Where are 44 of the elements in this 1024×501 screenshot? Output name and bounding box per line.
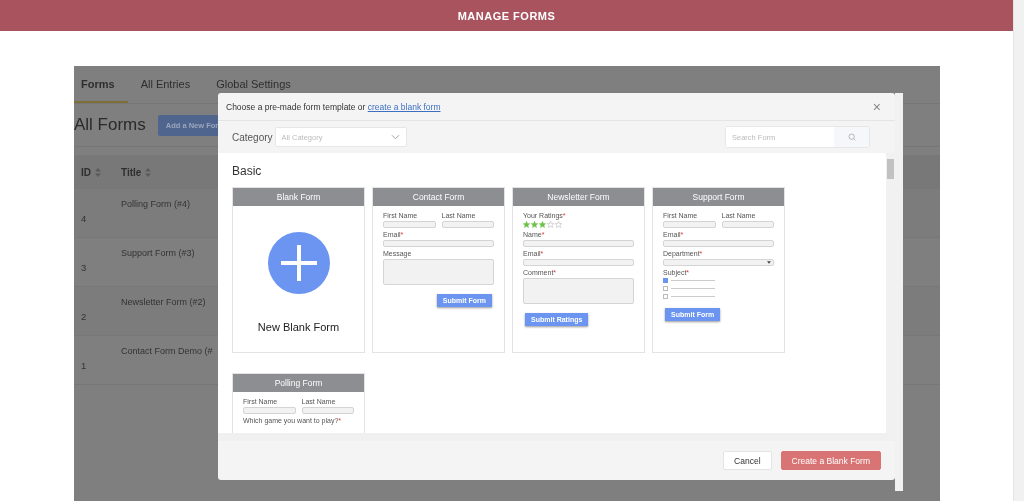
search-button[interactable] bbox=[834, 127, 869, 147]
category-heading: Basic bbox=[232, 164, 263, 178]
input-field bbox=[663, 221, 716, 228]
category-label: Category bbox=[232, 131, 273, 143]
sort-icon bbox=[145, 167, 152, 177]
card-title: Blank Form bbox=[233, 188, 364, 206]
input-field bbox=[301, 407, 354, 414]
dialog-title: Choose a pre-made form template or create a blank form bbox=[226, 101, 441, 112]
card-label: New Blank Form bbox=[257, 321, 340, 333]
card-title: Support Form bbox=[653, 188, 784, 206]
scrollbar[interactable] bbox=[895, 93, 903, 491]
card-title: Polling Form bbox=[233, 374, 364, 392]
table-cell-text: 2 bbox=[80, 310, 88, 324]
input-field bbox=[721, 221, 774, 228]
table-cell-text: 3 bbox=[80, 261, 88, 275]
column-header[interactable]: Title bbox=[121, 166, 152, 178]
page-title: MANAGE FORMS bbox=[457, 9, 556, 22]
table-cell-text: Polling Form (#4) bbox=[121, 198, 191, 211]
table-cell-text: 4 bbox=[80, 212, 88, 226]
scrollbar[interactable] bbox=[218, 433, 895, 441]
table-cell-text: Newsletter Form (#2) bbox=[121, 296, 206, 309]
column-header[interactable]: ID bbox=[74, 166, 121, 178]
sort-icon bbox=[95, 167, 101, 177]
cancel-button[interactable]: Cancel bbox=[723, 451, 772, 470]
template-card[interactable]: Blank Form New Blank Form bbox=[232, 187, 365, 353]
input-field bbox=[383, 221, 436, 228]
blank-form-link[interactable]: create a blank form bbox=[367, 101, 441, 112]
close-icon[interactable]: × bbox=[872, 98, 881, 115]
input-field bbox=[243, 407, 296, 414]
card-title: Newsletter Form bbox=[513, 188, 644, 206]
table-cell-text: Support Form (#3) bbox=[121, 247, 195, 260]
table-cell-text: Contact Form Demo (# bbox=[121, 345, 213, 358]
chevron-icon bbox=[390, 134, 400, 140]
input-field bbox=[441, 221, 494, 228]
table-cell-text: 1 bbox=[80, 359, 88, 373]
section-heading: All Forms bbox=[74, 115, 146, 135]
search-icon bbox=[847, 133, 856, 141]
caret-icon bbox=[767, 261, 771, 264]
page-scrollbar[interactable] bbox=[1013, 0, 1024, 501]
plus-icon bbox=[267, 232, 330, 294]
card-title: Contact Form bbox=[373, 188, 504, 206]
tab[interactable]: Forms bbox=[74, 66, 128, 103]
tab[interactable]: All Entries bbox=[133, 66, 204, 103]
create-button[interactable]: Create a Blank Form bbox=[780, 451, 881, 470]
